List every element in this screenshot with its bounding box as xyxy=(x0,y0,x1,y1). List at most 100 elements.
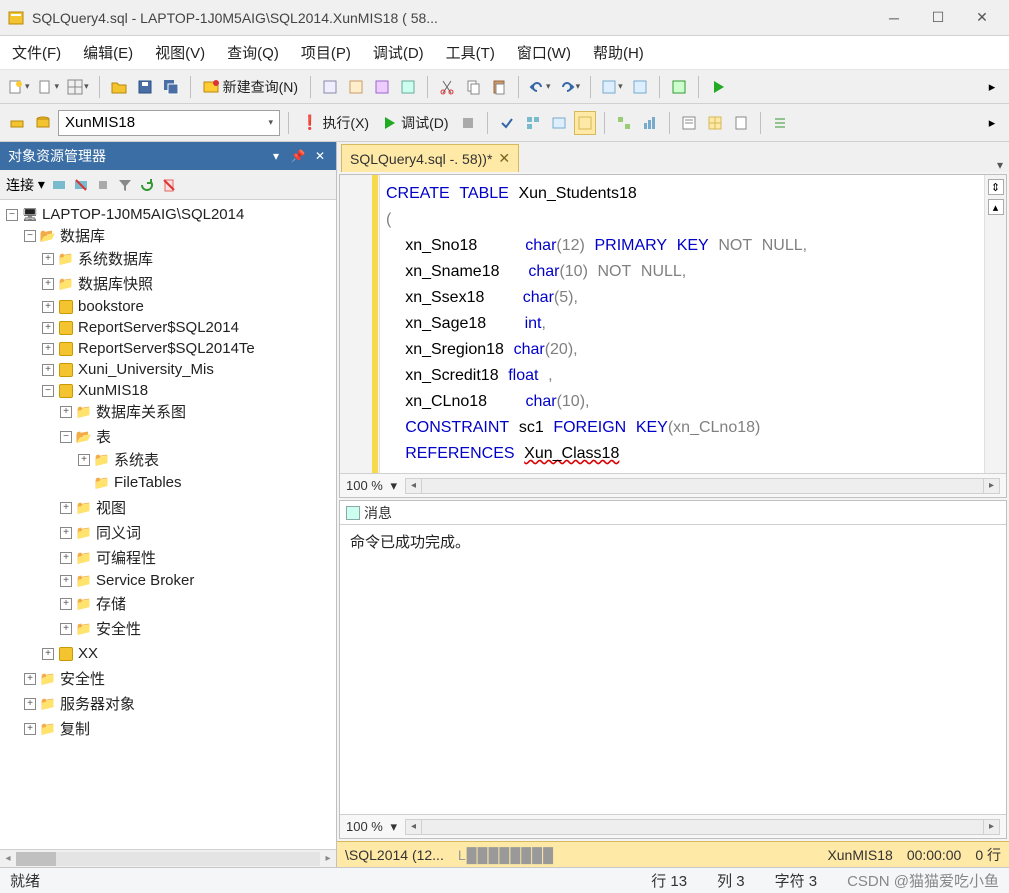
messages-hscroll[interactable]: ◂▸ xyxy=(405,819,1000,835)
messages-body[interactable]: 命令已成功完成。 xyxy=(340,525,1006,814)
available-databases-icon[interactable] xyxy=(32,111,54,135)
tree-service-broker[interactable]: +Service Broker xyxy=(60,572,334,589)
tree-db-bookstore[interactable]: +bookstore xyxy=(42,298,334,315)
menu-window[interactable]: 窗口(W) xyxy=(513,38,575,67)
tree-db-xunmis18[interactable]: −XunMIS18 xyxy=(42,382,334,399)
pane-menu-icon[interactable]: ▾ xyxy=(268,148,284,164)
tree-databases[interactable]: −数据库 xyxy=(24,225,334,246)
tree-system-tables[interactable]: +系统表 xyxy=(78,449,334,470)
new-query-button[interactable]: 新建查询(N) xyxy=(199,75,302,99)
menu-project[interactable]: 项目(P) xyxy=(297,38,355,67)
connect-dropdown[interactable]: 连接 ▾ xyxy=(6,175,45,195)
tree-diagrams[interactable]: +数据库关系图 xyxy=(60,401,334,422)
estimated-plan-button[interactable] xyxy=(522,111,544,135)
close-button[interactable]: ✕ xyxy=(961,4,1003,32)
editor-hscroll[interactable]: ◂▸ xyxy=(405,478,1000,494)
refresh-button[interactable] xyxy=(139,177,155,193)
pane-close-icon[interactable]: ✕ xyxy=(312,148,328,164)
tree-db-security[interactable]: +安全性 xyxy=(60,618,334,639)
nav-back-button[interactable]: ▾ xyxy=(599,75,625,99)
tree-server-objects[interactable]: +服务器对象 xyxy=(24,693,334,714)
dmx-button[interactable] xyxy=(371,75,393,99)
undo-button[interactable]: ▾ xyxy=(527,75,553,99)
de-button[interactable] xyxy=(319,75,341,99)
maximize-button[interactable]: ☐ xyxy=(917,4,959,32)
intellisense-button[interactable] xyxy=(574,111,596,135)
menu-edit[interactable]: 编辑(E) xyxy=(79,38,137,67)
results-to-text-button[interactable] xyxy=(678,111,700,135)
menu-view[interactable]: 视图(V) xyxy=(151,38,209,67)
tree-db-xuni[interactable]: +Xuni_University_Mis xyxy=(42,361,334,378)
scroll-up-icon[interactable]: ▴ xyxy=(988,199,1004,215)
client-stats-button[interactable] xyxy=(639,111,661,135)
actual-plan-button[interactable] xyxy=(613,111,635,135)
menu-debug[interactable]: 调试(D) xyxy=(369,38,428,67)
database-selector[interactable]: XunMIS18 ▾ xyxy=(58,110,280,136)
database-icon xyxy=(58,320,74,336)
menu-query[interactable]: 查询(Q) xyxy=(223,38,283,67)
object-explorer-tree[interactable]: −LAPTOP-1J0M5AIG\SQL2014 −数据库 +系统数据库 +数据… xyxy=(0,200,336,849)
tree-synonyms[interactable]: +同义词 xyxy=(60,522,334,543)
nav-fwd-button[interactable] xyxy=(629,75,651,99)
redo-button[interactable]: ▾ xyxy=(557,75,583,99)
save-all-button[interactable] xyxy=(160,75,182,99)
comment-button[interactable] xyxy=(769,111,791,135)
split-toggle-icon[interactable]: ⇕ xyxy=(988,179,1004,195)
mdx-button[interactable] xyxy=(345,75,367,99)
debug-button[interactable]: 调试(D) xyxy=(377,111,452,135)
tree-db-reportserver[interactable]: +ReportServer$SQL2014 xyxy=(42,319,334,336)
xmla-button[interactable] xyxy=(397,75,419,99)
document-tab-active[interactable]: SQLQuery4.sql -. 58))* ✕ xyxy=(341,144,519,172)
start-debug-button[interactable] xyxy=(707,75,729,99)
tree-system-databases[interactable]: +系统数据库 xyxy=(42,248,334,269)
tree-security[interactable]: +安全性 xyxy=(24,668,334,689)
new-project-button[interactable]: ▾ xyxy=(6,75,32,99)
tree-replication[interactable]: +复制 xyxy=(24,718,334,739)
new-file-button[interactable]: ▾ xyxy=(36,75,62,99)
grid-button[interactable]: ▾ xyxy=(65,75,91,99)
explorer-hscroll[interactable]: ◂ ▸ xyxy=(0,849,336,867)
folder-icon xyxy=(76,525,92,541)
results-to-grid-button[interactable] xyxy=(704,111,726,135)
tree-db-xx[interactable]: +XX xyxy=(42,645,334,662)
messages-tab-label[interactable]: 消息 xyxy=(364,503,392,523)
document-tab-close-icon[interactable]: ✕ xyxy=(498,150,510,167)
tabs-overflow-icon[interactable]: ▾ xyxy=(997,158,1003,172)
toolbar-overflow[interactable]: ▸ xyxy=(981,75,1003,99)
parse-button[interactable] xyxy=(496,111,518,135)
tree-filetables[interactable]: FileTables xyxy=(78,474,334,491)
stop-button[interactable] xyxy=(95,177,111,193)
menu-file[interactable]: 文件(F) xyxy=(8,38,65,67)
tree-views[interactable]: +视图 xyxy=(60,497,334,518)
zoom-selector[interactable]: 100 % ▾ xyxy=(346,478,397,494)
execute-button[interactable]: ❗ 执行(X) xyxy=(297,111,373,135)
activity-button[interactable] xyxy=(668,75,690,99)
tree-tables[interactable]: −表 xyxy=(60,426,334,447)
messages-zoom-selector[interactable]: 100 % ▾ xyxy=(346,819,397,835)
connect-server-button[interactable] xyxy=(51,177,67,193)
save-button[interactable] xyxy=(134,75,156,99)
cancel-execute-button[interactable] xyxy=(457,111,479,135)
database-icon xyxy=(58,299,74,315)
open-button[interactable] xyxy=(108,75,130,99)
toolbar2-overflow[interactable]: ▸ xyxy=(981,111,1003,135)
minimize-button[interactable]: ─ xyxy=(873,4,915,32)
menu-tools[interactable]: 工具(T) xyxy=(442,38,499,67)
pane-pin-icon[interactable]: 📌 xyxy=(290,148,306,164)
paste-button[interactable] xyxy=(488,75,510,99)
tree-storage[interactable]: +存储 xyxy=(60,593,334,614)
tree-db-reportserverte[interactable]: +ReportServer$SQL2014Te xyxy=(42,340,334,357)
filter-button[interactable] xyxy=(117,177,133,193)
tree-programmability[interactable]: +可编程性 xyxy=(60,547,334,568)
change-connection-button[interactable] xyxy=(6,111,28,135)
results-to-file-button[interactable] xyxy=(730,111,752,135)
cut-button[interactable] xyxy=(436,75,458,99)
menu-help[interactable]: 帮助(H) xyxy=(589,38,648,67)
query-options-button[interactable] xyxy=(548,111,570,135)
tree-db-snapshots[interactable]: +数据库快照 xyxy=(42,273,334,294)
disconnect-button[interactable] xyxy=(73,177,89,193)
copy-button[interactable] xyxy=(462,75,484,99)
tree-server[interactable]: −LAPTOP-1J0M5AIG\SQL2014 xyxy=(6,206,334,223)
delete-button[interactable] xyxy=(161,177,177,193)
sql-editor[interactable]: CREATE TABLE Xun_Students18 ( xn_Sno18 c… xyxy=(380,175,984,473)
